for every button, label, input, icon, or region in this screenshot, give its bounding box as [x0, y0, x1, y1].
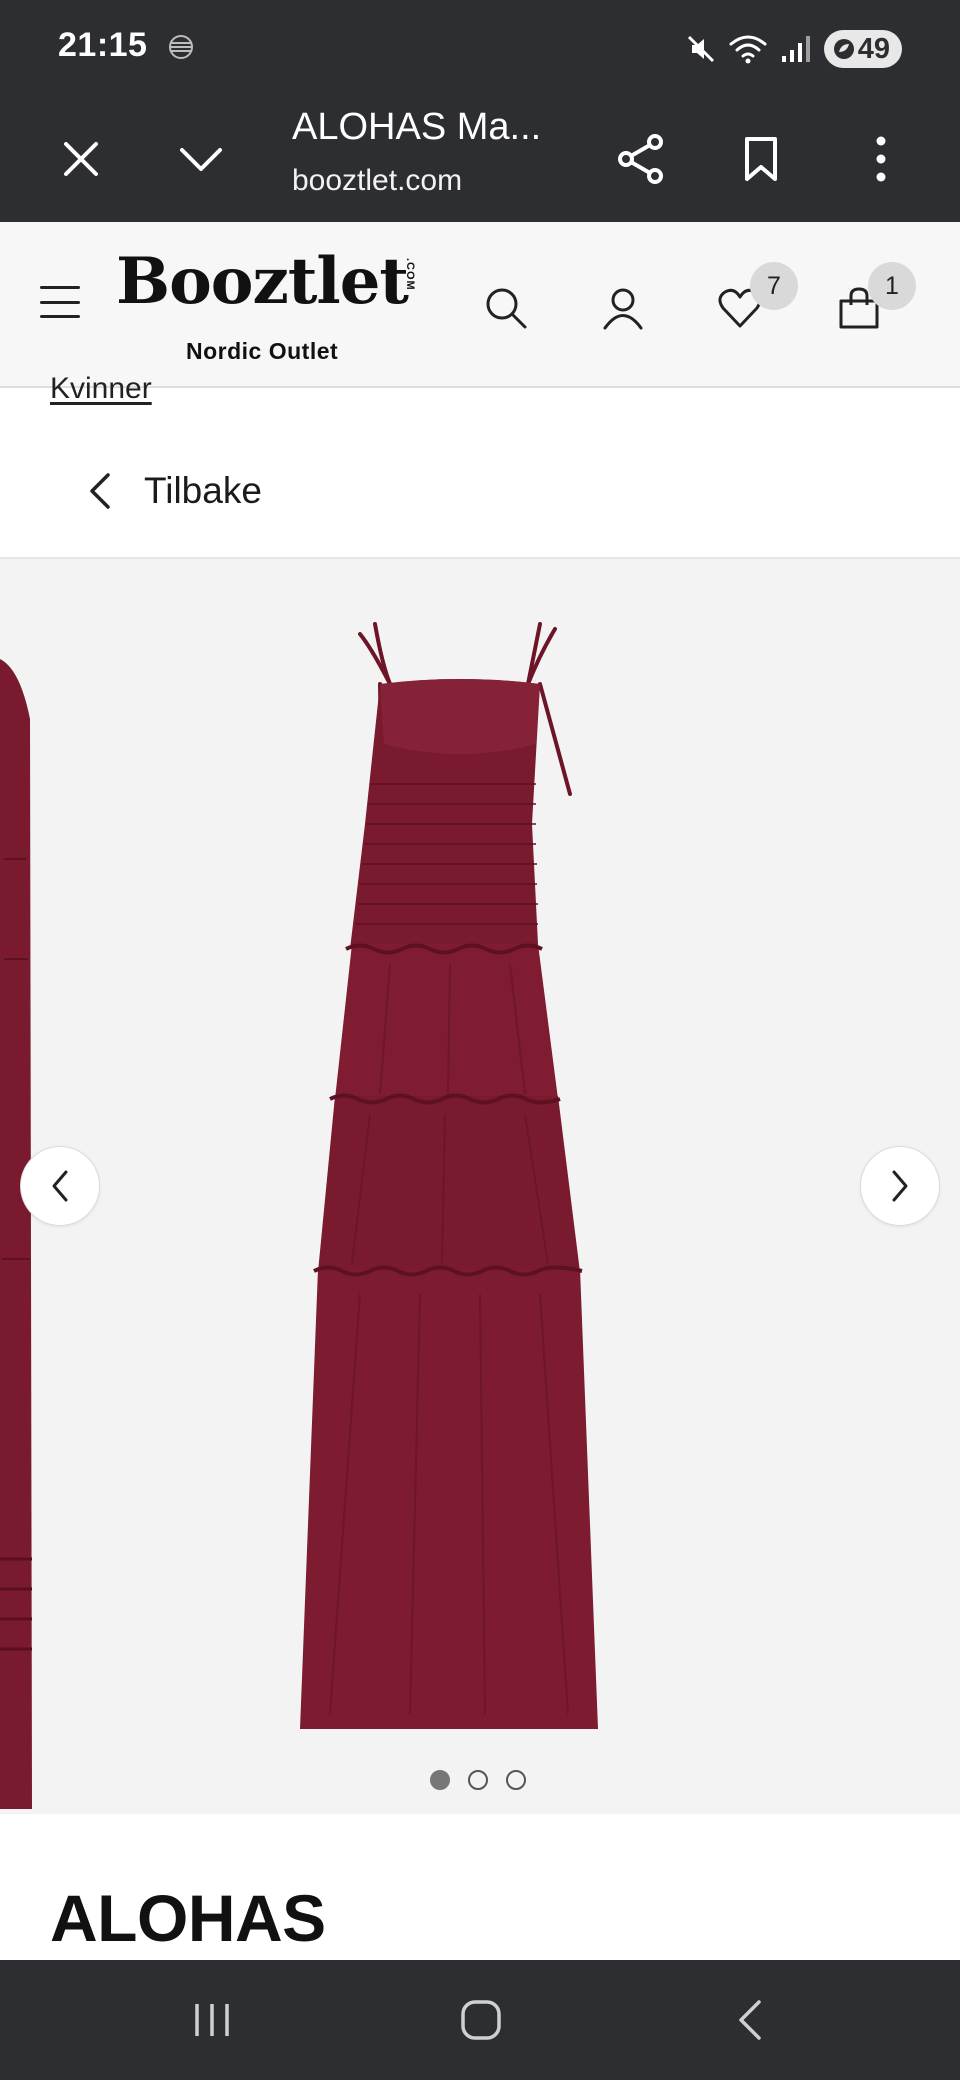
search-button[interactable]	[476, 278, 536, 338]
logo-com: .COM	[404, 258, 416, 291]
product-brand[interactable]: ALOHAS	[50, 1880, 326, 1956]
back-button[interactable]: Tilbake	[88, 456, 262, 526]
recents-button[interactable]	[172, 1990, 252, 2050]
status-icons: 49	[686, 30, 902, 68]
search-icon	[486, 288, 527, 329]
logo-wordmark: Booztlet	[116, 244, 409, 319]
cart-count-badge: 1	[868, 262, 916, 310]
back-nav-button[interactable]	[710, 1990, 790, 2050]
status-bar: 21:15 49	[0, 0, 960, 98]
account-button[interactable]	[593, 278, 653, 338]
previous-image-button[interactable]	[20, 1146, 100, 1226]
close-tab-button[interactable]	[50, 128, 112, 190]
system-nav-bar	[0, 1960, 960, 2080]
signal-icon	[781, 36, 810, 62]
back-label: Tilbake	[144, 470, 262, 511]
menu-button[interactable]	[38, 280, 82, 324]
chevron-right-icon	[892, 1170, 908, 1202]
mute-icon	[687, 35, 714, 63]
battery-saver-icon	[833, 39, 854, 59]
account-icon	[603, 288, 643, 330]
close-icon	[64, 142, 98, 176]
tab-page-title[interactable]: ALOHAS Ma...	[292, 106, 582, 149]
carousel-dot[interactable]	[430, 1770, 450, 1790]
home-button[interactable]	[441, 1990, 521, 2050]
menu-icon-line	[40, 315, 80, 318]
minimize-tab-button[interactable]	[170, 128, 232, 190]
back-icon	[739, 2000, 761, 2040]
battery-indicator: 49	[823, 30, 902, 68]
menu-icon-line	[40, 300, 80, 304]
product-image[interactable]	[300, 604, 700, 1774]
carousel-dot[interactable]	[468, 1770, 488, 1790]
recents-icon	[195, 2004, 229, 2036]
carousel-pagination	[430, 1770, 526, 1790]
breadcrumb-kvinner[interactable]: Kvinner	[50, 372, 152, 406]
site-logo[interactable]: Booztlet .COM Nordic Outlet	[116, 244, 416, 364]
bookmark-button[interactable]	[730, 124, 792, 194]
next-image-button[interactable]	[860, 1146, 940, 1226]
carousel-dot[interactable]	[506, 1770, 526, 1790]
more-options-button[interactable]	[850, 124, 912, 194]
bookmark-icon	[745, 137, 777, 181]
more-vert-icon	[876, 136, 886, 182]
chevron-left-icon	[52, 1170, 68, 1202]
chevron-left-icon	[90, 473, 110, 509]
share-icon	[618, 134, 663, 184]
site-header: Booztlet .COM Nordic Outlet	[0, 222, 960, 388]
logo-tagline: Nordic Outlet	[186, 338, 339, 364]
custom-tab-toolbar: ALOHAS Ma... booztlet.com	[0, 98, 960, 222]
status-time: 21:15	[58, 26, 148, 64]
menu-icon	[40, 286, 80, 289]
home-icon	[461, 2000, 501, 2040]
chevron-down-icon	[180, 148, 222, 171]
tab-url[interactable]: booztlet.com	[292, 164, 462, 198]
share-button[interactable]	[610, 124, 672, 194]
wishlist-count-badge: 7	[750, 262, 798, 310]
data-saver-icon	[169, 35, 193, 59]
product-gallery[interactable]	[0, 559, 960, 1814]
wifi-icon	[729, 35, 767, 64]
battery-level: 49	[857, 32, 890, 65]
